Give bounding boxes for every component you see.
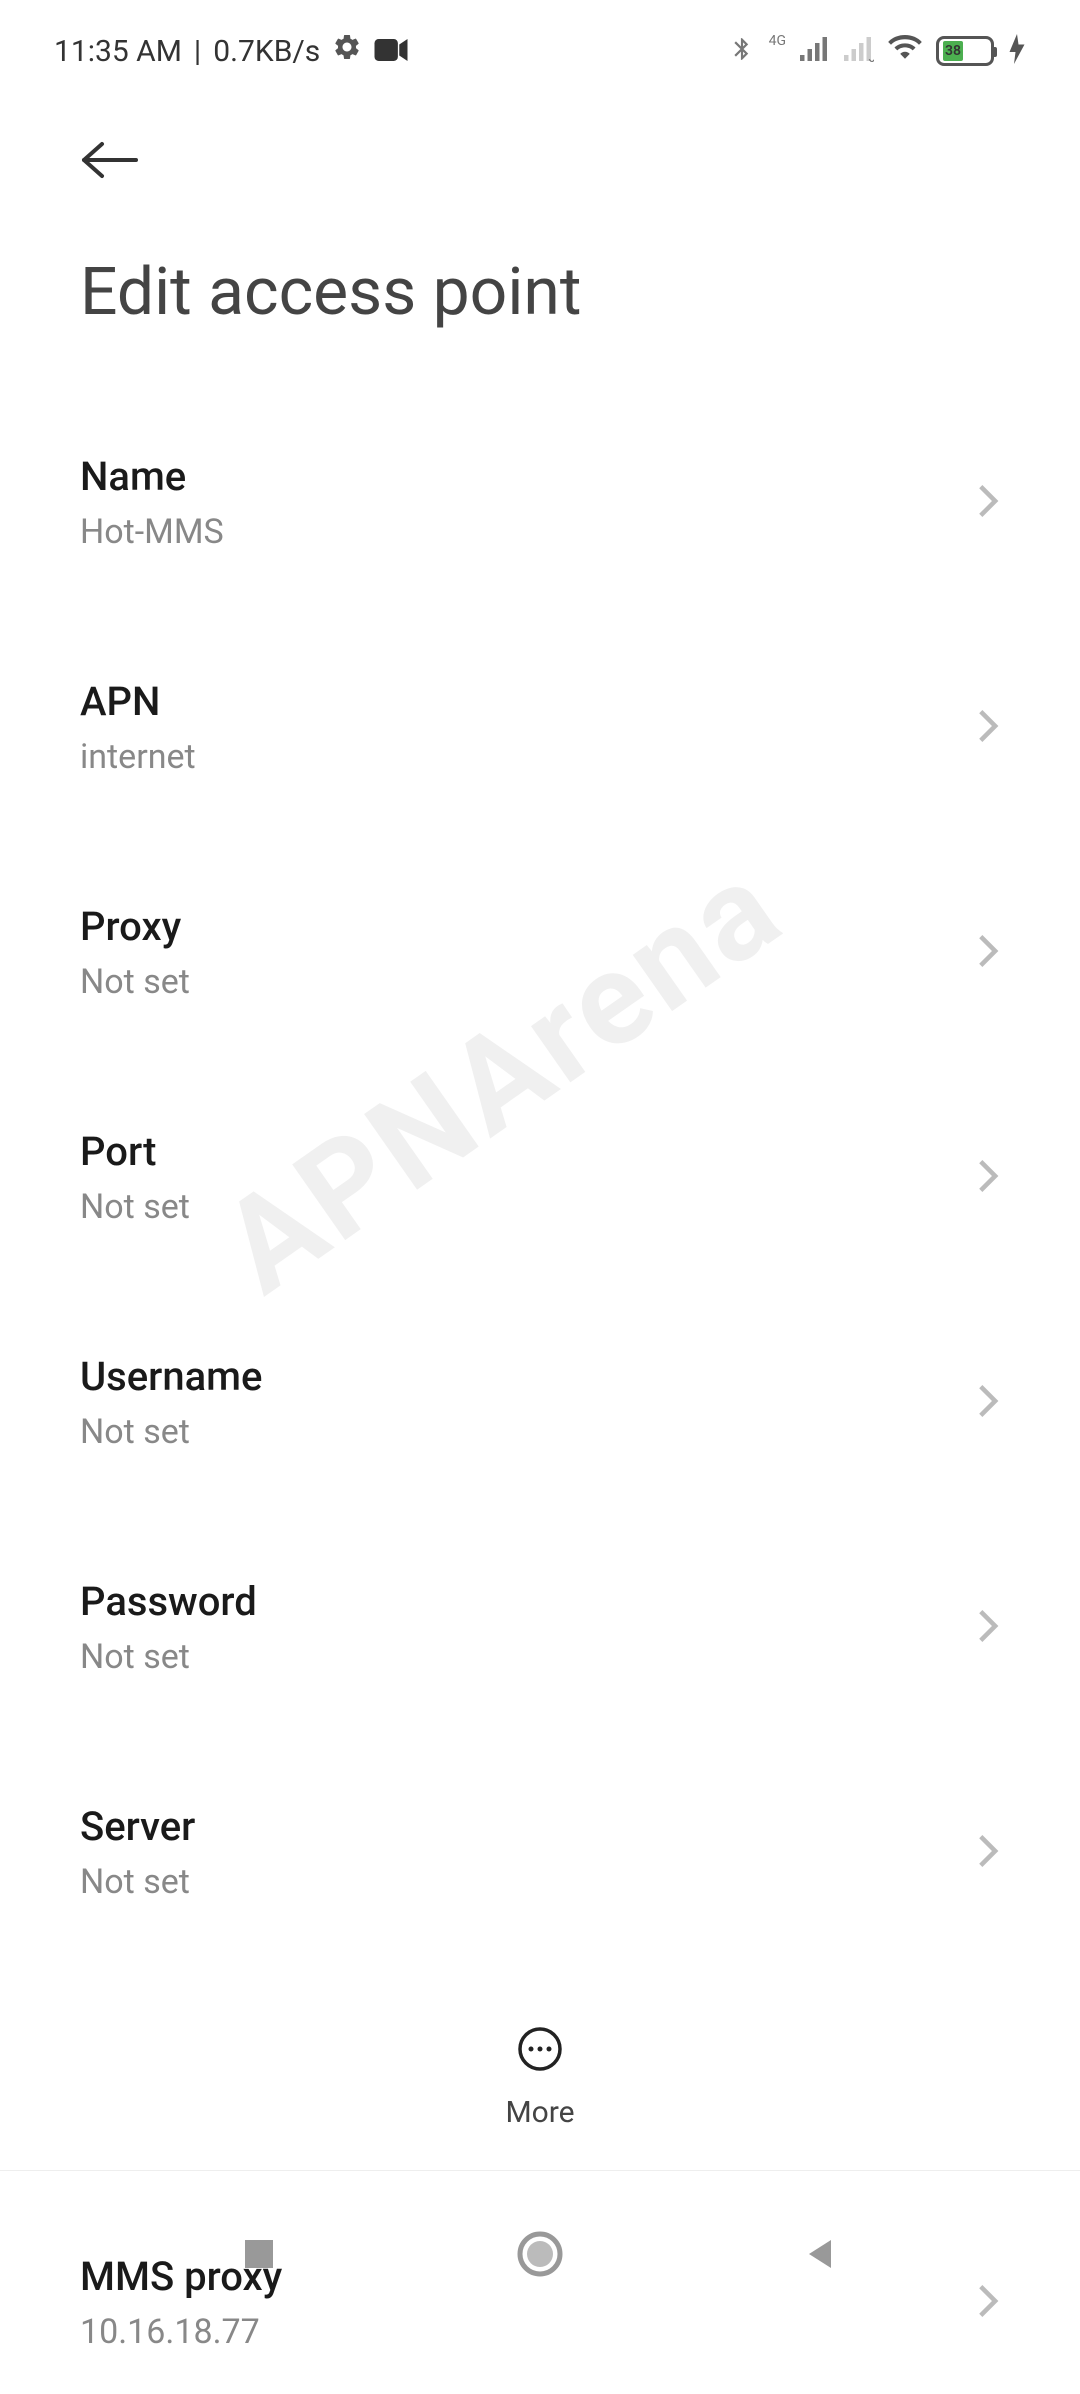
- setting-password[interactable]: Password Not set: [80, 1536, 1000, 1719]
- setting-label: Server: [80, 1803, 195, 1850]
- chevron-right-icon: [976, 708, 1000, 748]
- setting-value: internet: [80, 737, 196, 777]
- chevron-right-icon: [976, 1158, 1000, 1198]
- setting-label: Password: [80, 1578, 257, 1625]
- svg-text:×: ×: [868, 53, 874, 62]
- charging-icon: [1008, 34, 1026, 68]
- back-button[interactable]: [80, 130, 1000, 194]
- camera-icon: [374, 34, 408, 69]
- more-icon: [516, 2025, 564, 2077]
- setting-value: Not set: [80, 1412, 262, 1452]
- status-time: 11:35 AM: [54, 34, 182, 69]
- setting-label: Name: [80, 453, 224, 500]
- navigation-bar: [0, 2170, 1080, 2340]
- setting-label: APN: [80, 678, 196, 725]
- setting-value: Not set: [80, 962, 190, 1002]
- gear-icon: [332, 32, 362, 70]
- signal-icon-1: [800, 36, 830, 66]
- setting-port[interactable]: Port Not set: [80, 1086, 1000, 1269]
- status-bar: 11:35 AM | 0.7KB/s 4G × 38: [0, 0, 1080, 90]
- setting-apn[interactable]: APN internet: [80, 636, 1000, 819]
- chevron-right-icon: [976, 483, 1000, 523]
- setting-value: Not set: [80, 1862, 195, 1902]
- more-button[interactable]: More: [0, 2005, 1080, 2130]
- setting-proxy[interactable]: Proxy Not set: [80, 861, 1000, 1044]
- nav-recent-button[interactable]: [239, 2234, 279, 2278]
- setting-label: Proxy: [80, 903, 190, 950]
- chevron-right-icon: [976, 1608, 1000, 1648]
- header: Edit access point: [0, 90, 1080, 351]
- chevron-right-icon: [976, 933, 1000, 973]
- setting-label: Port: [80, 1128, 190, 1175]
- wifi-icon: [888, 35, 922, 67]
- setting-server[interactable]: Server Not set: [80, 1761, 1000, 1944]
- page-title: Edit access point: [80, 254, 1000, 331]
- chevron-right-icon: [976, 1383, 1000, 1423]
- battery-level: 38: [943, 41, 963, 61]
- signal-icon-2: ×: [844, 36, 874, 66]
- status-separator: |: [194, 34, 201, 69]
- bluetooth-icon: [729, 34, 755, 68]
- battery-icon: 38: [936, 36, 994, 66]
- chevron-right-icon: [976, 1833, 1000, 1873]
- setting-username[interactable]: Username Not set: [80, 1311, 1000, 1494]
- setting-value: Hot-MMS: [80, 512, 224, 552]
- setting-name[interactable]: Name Hot-MMS: [80, 411, 1000, 594]
- more-label: More: [505, 2095, 574, 2130]
- status-speed: 0.7KB/s: [213, 34, 320, 69]
- signal-4g-icon: 4G: [769, 33, 786, 49]
- setting-label: Username: [80, 1353, 262, 1400]
- status-right: 4G × 38: [729, 34, 1026, 68]
- nav-home-button[interactable]: [516, 2230, 564, 2282]
- status-left: 11:35 AM | 0.7KB/s: [54, 32, 408, 70]
- setting-value: Not set: [80, 1187, 190, 1227]
- nav-back-button[interactable]: [801, 2234, 841, 2278]
- setting-value: Not set: [80, 1637, 257, 1677]
